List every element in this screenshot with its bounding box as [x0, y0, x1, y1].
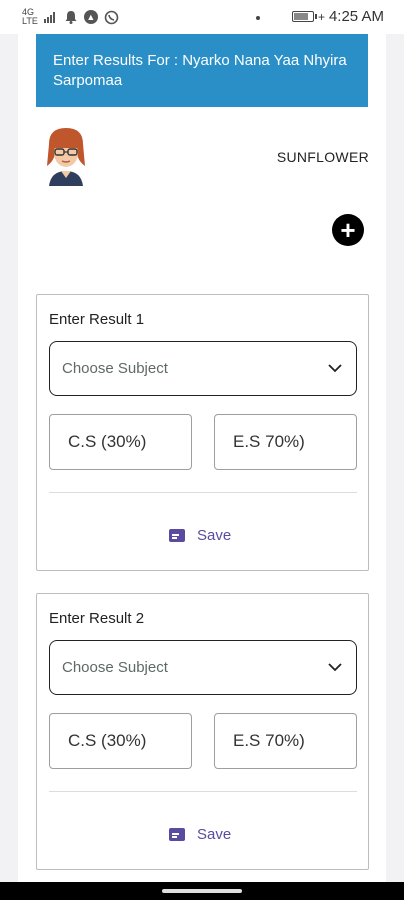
save-icon	[169, 529, 185, 542]
page-title: Enter Results For : Nyarko Nana Yaa Nhyi…	[53, 52, 347, 89]
card-title: Enter Result 2	[49, 610, 145, 627]
school-name: SUNFLOWER	[276, 149, 369, 165]
system-navigation-bar	[0, 882, 404, 900]
subject-placeholder: Choose Subject	[62, 659, 168, 676]
save-label: Save	[197, 527, 232, 544]
status-dot	[256, 16, 260, 20]
home-gesture-handle[interactable]	[162, 889, 242, 893]
divider	[49, 791, 357, 792]
result-card: Enter Result 1 Choose Subject C.S (30%) …	[36, 294, 369, 571]
chevron-down-icon	[328, 364, 342, 373]
cs-placeholder: C.S (30%)	[68, 432, 147, 451]
clock: 4:25 AM	[328, 8, 384, 25]
save-button[interactable]: Save	[169, 826, 231, 843]
signal-label-2: LTE	[22, 16, 38, 26]
cs-score-input[interactable]: C.S (30%)	[49, 414, 192, 470]
plus-icon: +	[340, 215, 356, 245]
status-icons-right: + 4:25 AM	[291, 8, 384, 25]
es-score-input[interactable]: E.S 70%)	[214, 414, 357, 470]
cs-placeholder: C.S (30%)	[68, 731, 147, 750]
status-icons-left: 4G LTE ▲	[22, 8, 119, 26]
es-score-input[interactable]: E.S 70%)	[214, 713, 357, 769]
result-card: Enter Result 2 Choose Subject C.S (30%) …	[36, 593, 369, 870]
divider	[49, 492, 357, 493]
chevron-down-icon	[328, 663, 342, 672]
es-placeholder: E.S 70%)	[233, 432, 305, 451]
notification-bell-icon	[65, 11, 77, 24]
card-title: Enter Result 1	[49, 311, 145, 328]
charging-icon: +	[317, 9, 325, 24]
signal-indicator: 4G LTE	[22, 8, 38, 26]
main-content: Enter Results For : Nyarko Nana Yaa Nhyi…	[18, 34, 386, 882]
subject-select[interactable]: Choose Subject	[49, 640, 357, 695]
save-icon	[169, 828, 185, 841]
subject-placeholder: Choose Subject	[62, 360, 168, 377]
page-title-banner: Enter Results For : Nyarko Nana Yaa Nhyi…	[36, 34, 368, 107]
save-button[interactable]: Save	[169, 527, 231, 544]
status-bar: 4G LTE ▲ + 4:25 AM	[0, 0, 404, 34]
battery-icon	[291, 11, 317, 22]
signal-strength-icon	[43, 12, 55, 23]
avatar	[47, 128, 85, 186]
app-notification-icon: ▲	[83, 10, 98, 24]
cs-score-input[interactable]: C.S (30%)	[49, 713, 192, 769]
save-label: Save	[197, 826, 232, 843]
add-result-button[interactable]: +	[332, 214, 364, 246]
whatsapp-icon	[104, 10, 119, 24]
es-placeholder: E.S 70%)	[233, 731, 305, 750]
subject-select[interactable]: Choose Subject	[49, 341, 357, 396]
